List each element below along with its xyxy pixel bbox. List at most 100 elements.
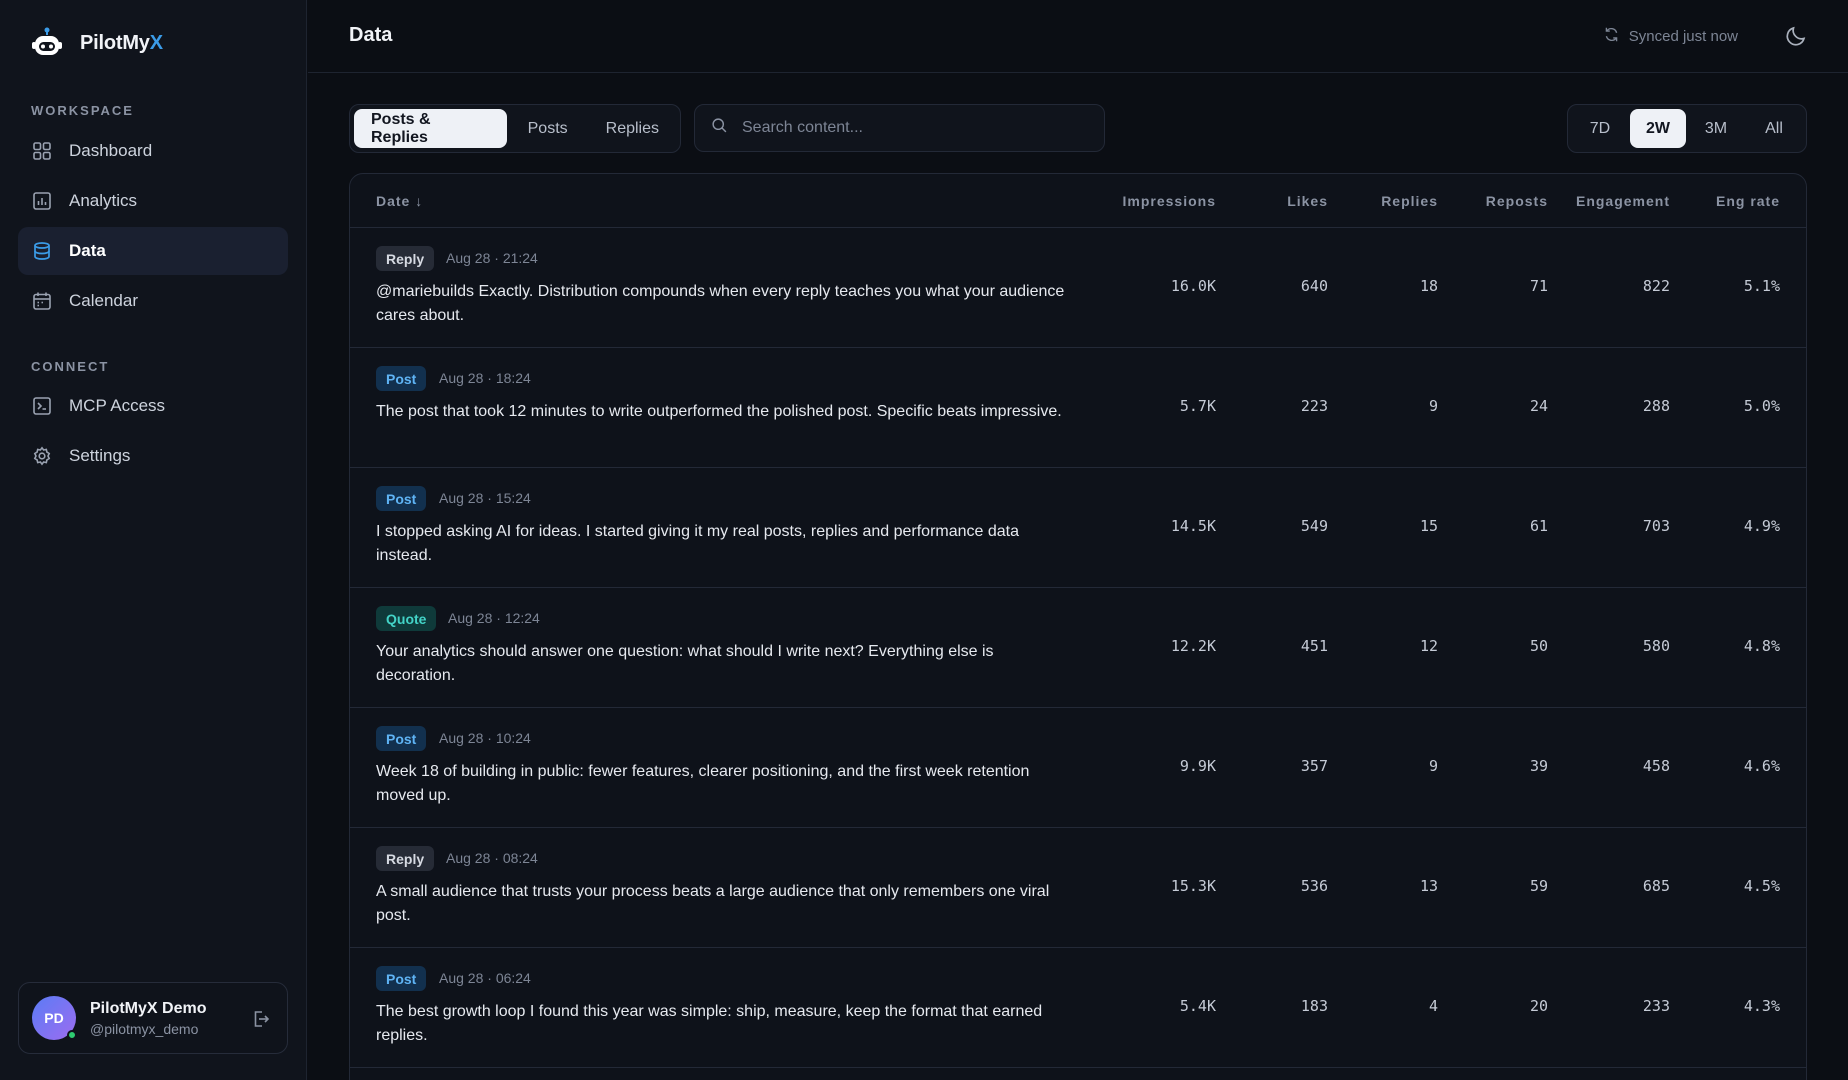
cell-impressions: 5.4K	[1179, 997, 1216, 1015]
column-header-likes[interactable]: Likes	[1287, 193, 1328, 209]
cell-impressions: 9.9K	[1179, 757, 1216, 775]
cell-replies: 4	[1428, 997, 1438, 1015]
cell-engagement: 233	[1642, 997, 1670, 1015]
table-body: Reply Aug 28 · 21:24 @mariebuilds Exactly.…	[350, 228, 1806, 1068]
cell-reposts: 50	[1529, 637, 1548, 655]
cell-likes: 549	[1300, 517, 1328, 535]
column-header-engagement[interactable]: Engagement	[1576, 193, 1670, 209]
sidebar-item-settings[interactable]: Settings	[18, 432, 288, 480]
sidebar-item-calendar[interactable]: Calendar	[18, 277, 288, 325]
type-badge: Post	[376, 366, 427, 391]
cell-impressions: 15.3K	[1170, 877, 1216, 895]
logout-icon[interactable]	[251, 1009, 271, 1029]
cell-eng-rate: 4.6%	[1743, 757, 1780, 775]
cell-reposts: 61	[1529, 517, 1548, 535]
cell-likes: 640	[1300, 277, 1328, 295]
range-all[interactable]: All	[1746, 109, 1802, 148]
sidebar-item-analytics[interactable]: Analytics	[18, 177, 288, 225]
cell-eng-rate: 4.3%	[1743, 997, 1780, 1015]
sync-status[interactable]: Synced just now	[1603, 26, 1738, 47]
cell-engagement: 822	[1642, 277, 1670, 295]
row-content-text: A small audience that trusts your proces…	[376, 883, 1050, 924]
gear-icon	[32, 446, 52, 466]
cell-reposts: 39	[1529, 757, 1548, 775]
row-date: Aug 28 · 12:24	[448, 610, 540, 626]
sidebar: PilotMyX WORKSPACE Dashboard Analytics D…	[0, 0, 307, 1080]
cell-engagement: 580	[1642, 637, 1670, 655]
tab-posts[interactable]: Posts	[511, 109, 585, 148]
workspace-section-label: WORKSPACE	[31, 103, 134, 118]
date-range-selector: 7D 2W 3M All	[1567, 104, 1807, 153]
type-badge: Reply	[376, 846, 435, 871]
table-row[interactable]: Quote Aug 28 · 12:24 Your analytics should…	[350, 588, 1806, 708]
search-input[interactable]	[742, 119, 1072, 137]
row-date: Aug 28 · 15:24	[439, 490, 531, 506]
sync-status-text: Synced just now	[1628, 28, 1738, 45]
table-row[interactable]: Post Aug 28 · 15:24 I stopped asking AI fo…	[350, 468, 1806, 588]
cell-engagement: 458	[1642, 757, 1670, 775]
sidebar-item-label: Dashboard	[69, 141, 153, 160]
cell-likes: 183	[1300, 997, 1328, 1015]
cell-likes: 536	[1300, 877, 1328, 895]
cell-eng-rate: 4.9%	[1743, 517, 1780, 535]
sidebar-item-label: Analytics	[69, 191, 138, 210]
cell-eng-rate: 5.1%	[1743, 277, 1780, 295]
table-row[interactable]: Reply Aug 28 · 08:24 A small audience that…	[350, 828, 1806, 948]
user-name: PilotMyX Demo	[90, 999, 207, 1017]
cell-likes: 451	[1300, 637, 1328, 655]
terminal-icon	[32, 396, 52, 416]
analytics-icon	[32, 191, 52, 211]
column-header-eng-rate[interactable]: Eng rate	[1716, 193, 1780, 209]
user-card[interactable]: PD PilotMyX Demo @pilotmyx_demo	[18, 982, 288, 1054]
cell-replies: 9	[1428, 757, 1438, 775]
dashboard-icon	[32, 141, 52, 161]
type-badge: Post	[376, 966, 427, 991]
cell-reposts: 20	[1529, 997, 1548, 1015]
column-header-replies[interactable]: Replies	[1381, 193, 1438, 209]
database-icon	[32, 241, 52, 261]
tab-replies[interactable]: Replies	[589, 109, 676, 148]
theme-toggle-moon-icon[interactable]	[1784, 24, 1808, 48]
row-date: Aug 28 · 08:24	[446, 850, 538, 866]
row-content-text: The post that took 12 minutes to write o…	[376, 403, 1062, 420]
cell-replies: 9	[1428, 397, 1438, 415]
row-date: Aug 28 · 10:24	[439, 730, 531, 746]
cell-impressions: 16.0K	[1170, 277, 1216, 295]
brand-name: PilotMyX	[80, 31, 163, 54]
sidebar-item-label: Calendar	[69, 291, 138, 310]
sidebar-item-label: MCP Access	[69, 396, 166, 415]
content-type-tabs: Posts & Replies Posts Replies	[349, 104, 681, 153]
range-3m[interactable]: 3M	[1688, 109, 1744, 148]
cell-reposts: 59	[1529, 877, 1548, 895]
sidebar-item-label: Data	[69, 241, 106, 260]
table-row[interactable]: Post Aug 28 · 10:24 Week 18 of building in…	[350, 708, 1806, 828]
brand[interactable]: PilotMyX	[30, 26, 163, 60]
refresh-icon	[1603, 26, 1620, 47]
cell-engagement: 685	[1642, 877, 1670, 895]
table-row[interactable]: Reply Aug 28 · 21:24 @mariebuilds Exactly.…	[350, 228, 1806, 348]
column-header-date[interactable]: Date ↓	[376, 193, 423, 209]
sidebar-item-data[interactable]: Data	[18, 227, 288, 275]
cell-reposts: 24	[1529, 397, 1548, 415]
user-handle: @pilotmyx_demo	[90, 1020, 199, 1037]
type-badge: Post	[376, 726, 427, 751]
cell-likes: 357	[1300, 757, 1328, 775]
column-header-impressions[interactable]: Impressions	[1123, 193, 1216, 209]
online-status-dot	[67, 1030, 77, 1040]
table-row[interactable]: Post Aug 28 · 18:24 The post that took 12 …	[350, 348, 1806, 468]
cell-likes: 223	[1300, 397, 1328, 415]
row-date: Aug 28 · 06:24	[439, 970, 531, 986]
type-badge: Quote	[376, 606, 437, 631]
type-badge: Post	[376, 486, 427, 511]
column-header-reposts[interactable]: Reposts	[1486, 193, 1548, 209]
range-2w[interactable]: 2W	[1630, 109, 1686, 148]
range-7d[interactable]: 7D	[1572, 109, 1628, 148]
sidebar-item-dashboard[interactable]: Dashboard	[18, 127, 288, 175]
tab-posts-and-replies[interactable]: Posts & Replies	[354, 109, 507, 148]
avatar: PD	[32, 996, 77, 1040]
row-date: Aug 28 · 21:24	[446, 250, 538, 266]
row-content-text: Week 18 of building in public: fewer fea…	[376, 763, 1030, 804]
table-row[interactable]: Post Aug 28 · 06:24 The best growth loop I…	[350, 948, 1806, 1068]
cell-engagement: 288	[1642, 397, 1670, 415]
sidebar-item-mcp-access[interactable]: MCP Access	[18, 382, 288, 430]
